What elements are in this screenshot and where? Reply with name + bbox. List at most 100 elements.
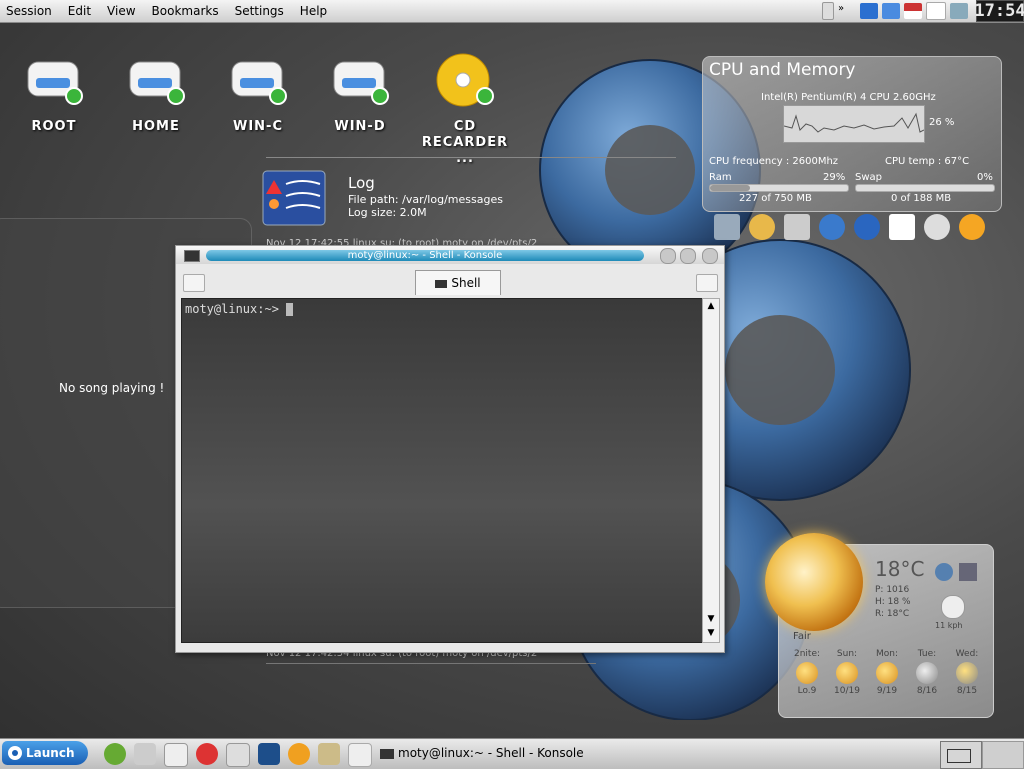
keyboard-flag-icon[interactable]: [904, 3, 922, 19]
cpu-usage-percent: 26 %: [929, 117, 955, 128]
mail-icon[interactable]: [164, 743, 188, 767]
media-player-icon[interactable]: [288, 743, 310, 765]
konqueror-icon[interactable]: [258, 743, 280, 765]
printer-icon[interactable]: [950, 3, 968, 19]
player-status: No song playing !: [59, 381, 165, 395]
sun-icon: [836, 662, 858, 684]
computer-icon[interactable]: [714, 214, 740, 240]
new-session-button[interactable]: [183, 274, 205, 292]
maximize-button[interactable]: [680, 248, 696, 264]
expand-icon[interactable]: »: [838, 3, 856, 19]
menu-session[interactable]: Session: [0, 4, 60, 18]
current-temperature: 18°C: [875, 557, 925, 581]
forecast-day: Mon: 9/19: [875, 649, 898, 696]
swap-usage: 0 of 188 MB: [891, 193, 952, 204]
printer-icon[interactable]: [134, 743, 156, 765]
desktop-pager-2[interactable]: [982, 741, 1024, 769]
settings-icon[interactable]: [959, 214, 985, 240]
home-folder-icon[interactable]: [749, 214, 775, 240]
editor-icon[interactable]: [348, 743, 372, 767]
cpu-memory-widget: CPU and Memory Intel(R) Pentium(R) 4 CPU…: [702, 56, 1002, 212]
swap-bar: [855, 184, 995, 192]
terminal-area[interactable]: moty@linux:~>: [181, 298, 704, 643]
control-center-icon[interactable]: [226, 743, 250, 767]
log-icon: [262, 170, 326, 226]
sun-icon: [796, 662, 818, 684]
quick-launch-bar: [714, 214, 985, 240]
konsole-window: moty@linux:~ - Shell - Konsole Shell mot…: [175, 245, 725, 653]
close-session-button[interactable]: [696, 274, 718, 292]
log-title: Log: [348, 174, 375, 192]
desktop-icon-win-c[interactable]: WIN-C: [218, 52, 298, 134]
text-cursor: [286, 303, 294, 316]
clock-icon[interactable]: [854, 214, 880, 240]
download-icon[interactable]: [860, 3, 878, 19]
file-manager-icon[interactable]: [318, 743, 340, 765]
vertical-scrollbar[interactable]: ▲ ▼ ▼: [702, 298, 720, 643]
forecast-day: Wed: 8/15: [955, 649, 979, 696]
browser-globe-icon[interactable]: [819, 214, 845, 240]
taskbar-task-konsole[interactable]: moty@linux:~ - Shell - Konsole: [380, 746, 584, 760]
menu-view[interactable]: View: [99, 4, 143, 18]
taskbar-quick-launch: [104, 743, 372, 767]
ram-bar: [709, 184, 849, 192]
humidity: H: 18 %: [875, 597, 911, 607]
volume-icon[interactable]: [882, 3, 900, 19]
menu-bookmarks[interactable]: Bookmarks: [144, 4, 227, 18]
wind-direction-icon: [941, 595, 965, 619]
hard-drive-icon: [231, 61, 287, 105]
tab-bar: Shell: [176, 266, 724, 296]
cloud-icon: [916, 662, 938, 684]
menu-bar: Session Edit View Bookmarks Settings Hel…: [0, 0, 1024, 23]
weather-widget: 18°C P: 1016 H: 18 % R: 18°C 11 kph Fair…: [765, 533, 994, 718]
launch-button[interactable]: Launch: [2, 741, 88, 765]
ram-usage: 227 of 750 MB: [739, 193, 812, 204]
kde-gear-icon: [8, 746, 22, 760]
menu-help[interactable]: Help: [292, 4, 335, 18]
terminal-icon[interactable]: [184, 250, 200, 262]
globe-icon[interactable]: [935, 563, 953, 581]
text-editor-icon[interactable]: [889, 214, 915, 240]
clock[interactable]: 17:54: [974, 0, 1024, 22]
clipboard-icon[interactable]: [926, 2, 946, 20]
ram-label: Ram: [709, 172, 732, 183]
help-lifebuoy-icon[interactable]: [196, 743, 218, 765]
cpu-usage-graph: [783, 105, 925, 143]
close-button[interactable]: [702, 248, 718, 264]
scroll-end-arrow-icon[interactable]: ▼: [704, 627, 718, 639]
hard-drive-icon: [333, 61, 389, 105]
disk-icon[interactable]: [822, 2, 834, 20]
map-icon[interactable]: [959, 563, 977, 581]
cpu-model: Intel(R) Pentium(R) 4 CPU 2.60GHz: [761, 92, 936, 103]
desktop-icon-root[interactable]: ROOT: [14, 52, 94, 134]
cd-rom-icon: [436, 53, 494, 107]
weather-orb-icon: [765, 533, 863, 631]
menu-edit[interactable]: Edit: [60, 4, 99, 18]
desktop-pager-1[interactable]: [940, 741, 982, 769]
divider: [266, 663, 596, 664]
divider: [266, 157, 676, 158]
shell-prompt: moty@linux:~>: [185, 302, 294, 316]
terminal-icon: [380, 748, 394, 759]
wind-speed: 11 kph: [935, 621, 963, 630]
swap-percent: 0%: [977, 172, 993, 183]
pressure: P: 1016: [875, 585, 910, 595]
scroll-down-arrow-icon[interactable]: ▼: [704, 613, 718, 625]
window-title: moty@linux:~ - Shell - Konsole: [206, 250, 644, 261]
cd-player-icon[interactable]: [924, 214, 950, 240]
cpu-temperature: CPU temp : 67°C: [885, 156, 970, 167]
ram-percent: 29%: [823, 172, 846, 183]
desktop-icon-win-d[interactable]: WIN-D: [320, 52, 400, 134]
trash-icon[interactable]: [784, 214, 810, 240]
system-tray: » 17:54: [822, 0, 1024, 22]
search-icon[interactable]: [104, 743, 126, 765]
window-titlebar[interactable]: moty@linux:~ - Shell - Konsole: [176, 246, 724, 264]
menu-settings[interactable]: Settings: [227, 4, 292, 18]
minimize-button[interactable]: [660, 248, 676, 264]
scroll-up-arrow-icon[interactable]: ▲: [704, 300, 718, 312]
desktop-thumbnail: [947, 749, 971, 763]
desktop-icon-home[interactable]: HOME: [116, 52, 196, 134]
sun-icon: [876, 662, 898, 684]
desktop-icon-cd-recorder[interactable]: CD RECARDER ...: [420, 52, 510, 167]
tab-shell[interactable]: Shell: [415, 270, 501, 295]
